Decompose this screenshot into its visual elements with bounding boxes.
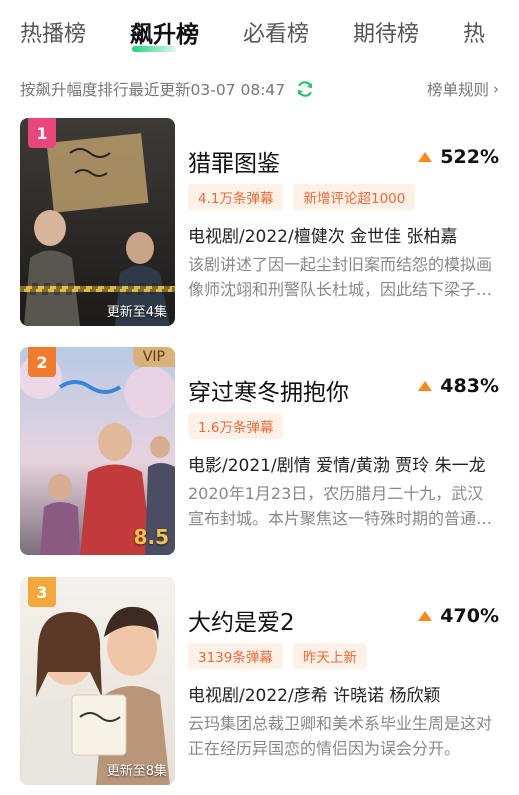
growth-value: 470% — [440, 605, 499, 627]
growth-value: 483% — [440, 375, 499, 397]
show-title[interactable]: 猎罪图鉴 — [188, 144, 280, 178]
update-info-text: 按飙升幅度排行最近更新03-07 08:47 — [20, 81, 286, 99]
ranking-card-2[interactable]: 2 VIP 8.5 穿过寒冬拥抱你 483% 1.6万条弹幕 电影/2021/剧… — [20, 347, 499, 555]
show-title[interactable]: 穿过寒冬拥抱你 — [188, 373, 349, 407]
ranking-tabs: 热播榜 飙升榜 必看榜 期待榜 热 — [0, 0, 519, 70]
show-meta: 电影/2021/剧情 爱情/黄渤 贾玲 朱一龙 — [188, 456, 486, 476]
ranking-rules-label: 榜单规则 — [426, 81, 489, 99]
up-arrow-icon — [418, 381, 433, 391]
tab-must-watch[interactable]: 必看榜 — [243, 20, 309, 50]
show-description: 2020年1月23日，农历腊月二十九，武汉宣布封城。本片聚焦这一特殊时期的普通人… — [188, 484, 484, 528]
ranking-info-row: 按飙升幅度排行最近更新03-07 08:47 榜单规则 › — [20, 76, 499, 102]
poster-image[interactable]: 2 VIP 8.5 — [20, 347, 175, 555]
tag-danmaku: 3139条弹幕 — [188, 643, 283, 669]
growth-rate: 483% — [418, 375, 499, 397]
growth-rate: 470% — [418, 605, 499, 627]
tag-danmaku: 1.6万条弹幕 — [188, 413, 284, 439]
ranking-card-3[interactable]: 3 更新至8集 大约是爱2 470% 3139条弹幕 昨天上新 电视剧/2022… — [20, 577, 499, 785]
show-description: 该剧讲述了因一起尘封旧案而结怨的模拟画像师沈翊和刑警队长杜城，因此结下梁子却不得… — [188, 255, 493, 299]
tab-hot-more[interactable]: 热 — [463, 20, 485, 50]
tag-list: 3139条弹幕 昨天上新 — [188, 643, 377, 669]
growth-value: 522% — [440, 146, 499, 168]
show-meta: 电视剧/2022/彦希 许晓诺 杨欣颖 — [188, 686, 441, 706]
up-arrow-icon — [418, 611, 433, 621]
tag-new: 昨天上新 — [292, 643, 367, 669]
tag-comments: 新增评论超1000 — [293, 184, 416, 210]
tab-hot[interactable]: 热播榜 — [20, 20, 86, 50]
episode-update-badge: 更新至8集 — [106, 764, 167, 779]
rank-badge: 3 — [28, 577, 56, 607]
tag-list: 1.6万条弹幕 — [188, 413, 293, 439]
refresh-icon[interactable] — [295, 79, 315, 99]
show-description: 云玛集团总裁卫卿和美术系毕业生周是这对正在经历异国恋的情侣因为误会分开。 — [188, 714, 493, 758]
vip-badge: VIP — [132, 347, 175, 367]
tab-rising[interactable]: 飙升榜 — [130, 20, 199, 52]
chevron-right-icon: › — [493, 80, 499, 98]
poster-image[interactable]: 1 更新至4集 — [20, 118, 175, 326]
tab-anticipated[interactable]: 期待榜 — [353, 20, 419, 50]
poster-image[interactable]: 3 更新至8集 — [20, 577, 175, 785]
rank-badge: 2 — [28, 347, 56, 377]
rank-badge: 1 — [28, 118, 56, 148]
tag-danmaku: 4.1万条弹幕 — [188, 184, 284, 210]
tag-list: 4.1万条弹幕 新增评论超1000 — [188, 184, 425, 210]
show-title[interactable]: 大约是爱2 — [188, 603, 295, 637]
ranking-card-1[interactable]: 1 更新至4集 猎罪图鉴 522% 4.1万条弹幕 新增评论超1000 电视剧/… — [20, 118, 499, 326]
up-arrow-icon — [418, 152, 433, 162]
ranking-rules-link[interactable]: 榜单规则 › — [427, 78, 499, 100]
show-meta: 电视剧/2022/檀健次 金世佳 张柏嘉 — [188, 227, 458, 247]
growth-rate: 522% — [418, 146, 499, 168]
episode-update-badge: 更新至4集 — [106, 305, 167, 320]
rating-score: 8.5 — [133, 525, 169, 549]
